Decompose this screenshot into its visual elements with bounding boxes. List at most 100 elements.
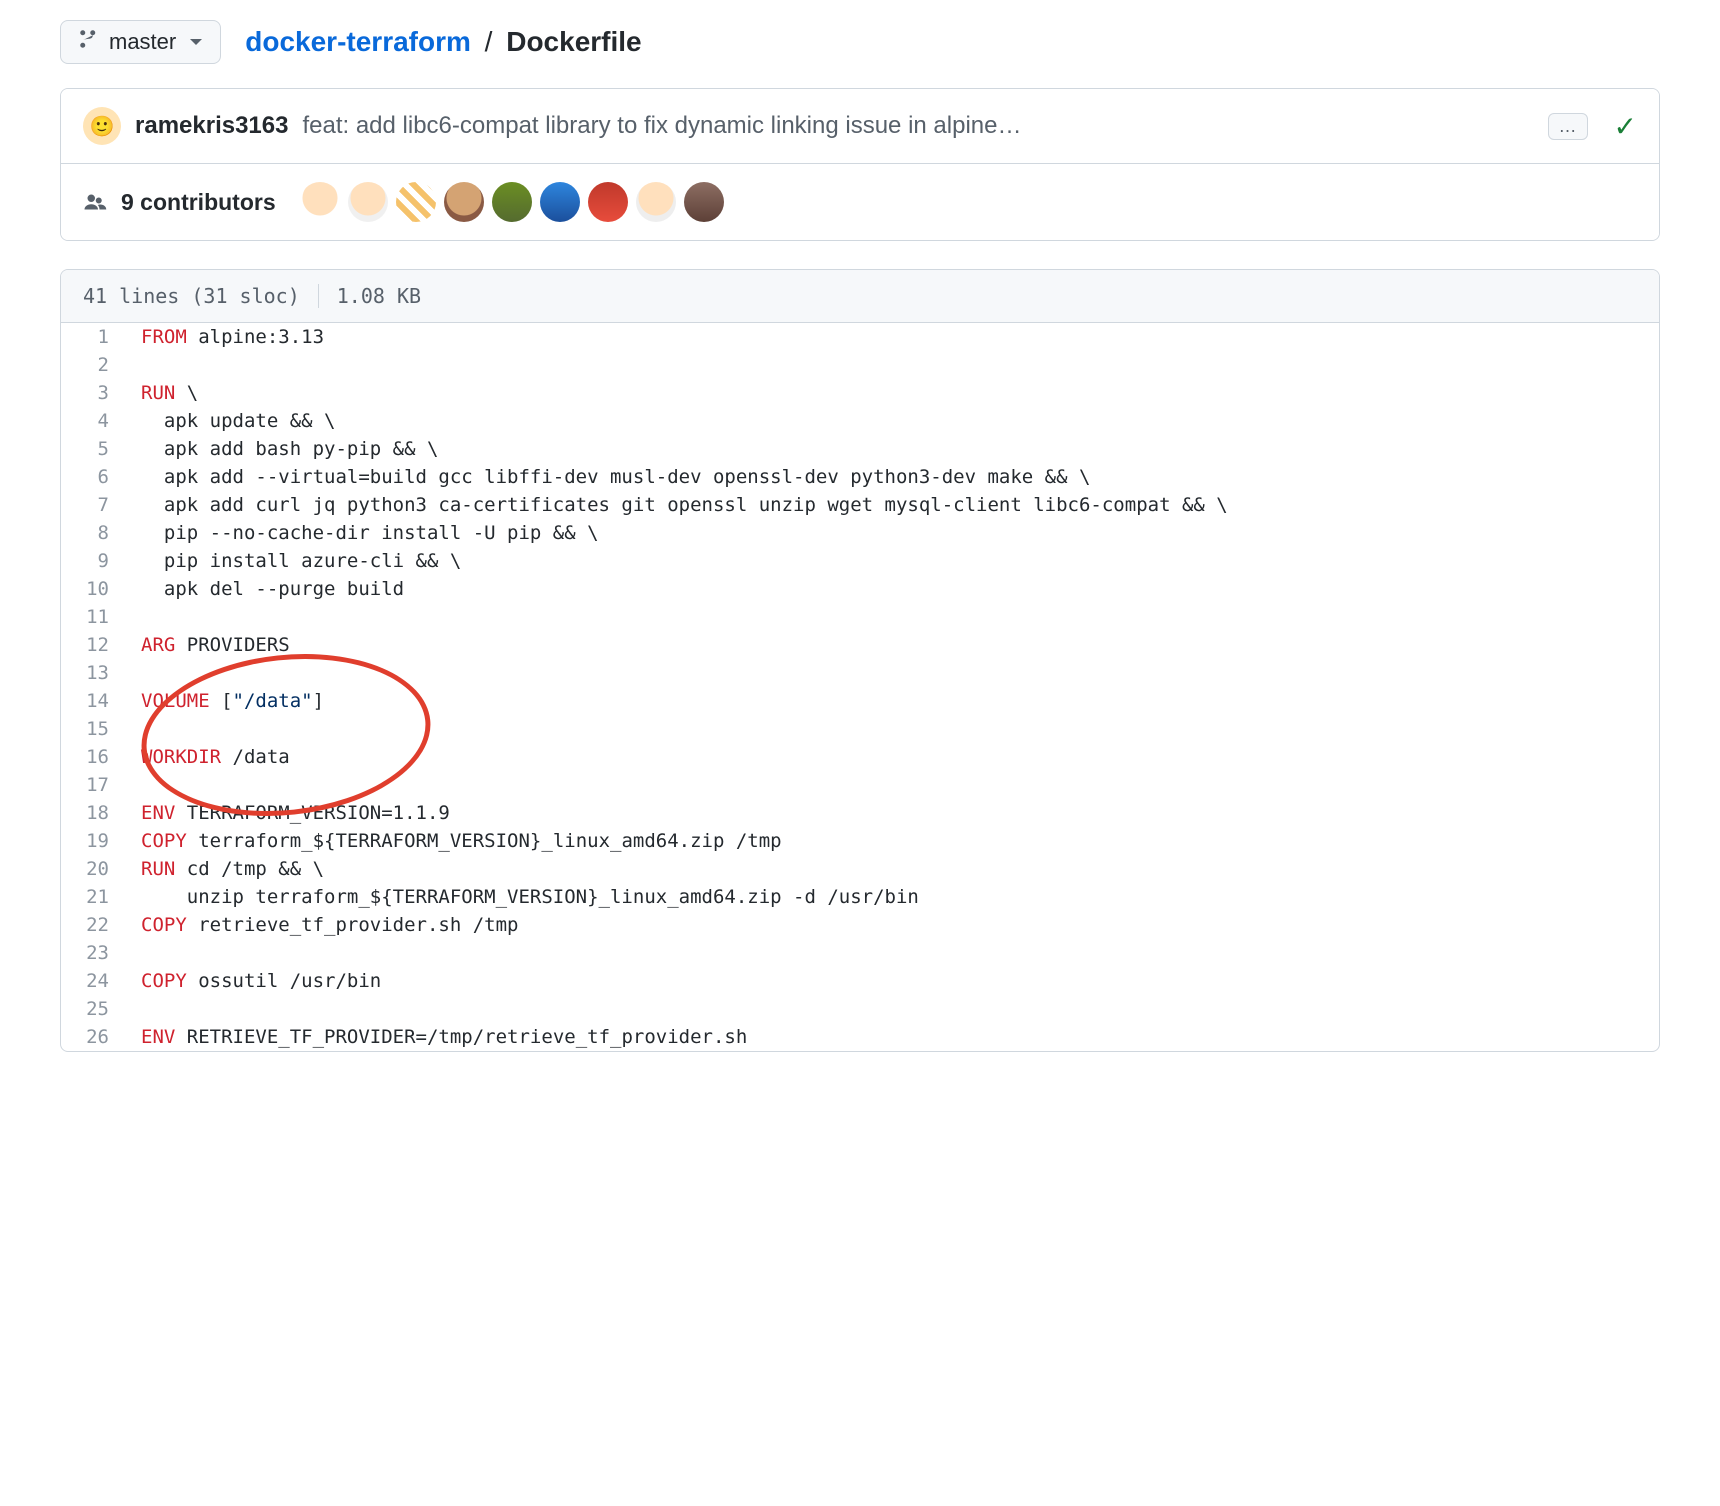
code-line: 11 (61, 603, 1659, 631)
line-number[interactable]: 13 (61, 659, 131, 687)
code-line: 18ENV TERRAFORM_VERSION=1.1.9 (61, 799, 1659, 827)
code-view: 1FROM alpine:3.1323RUN \4 apk update && … (61, 323, 1659, 1051)
line-number[interactable]: 14 (61, 687, 131, 715)
line-number[interactable]: 18 (61, 799, 131, 827)
code-line: 12ARG PROVIDERS (61, 631, 1659, 659)
line-content: RUN cd /tmp && \ (131, 855, 1659, 883)
line-content (131, 995, 1659, 1023)
line-number[interactable]: 10 (61, 575, 131, 603)
line-number[interactable]: 7 (61, 491, 131, 519)
line-number[interactable]: 11 (61, 603, 131, 631)
code-line: 13 (61, 659, 1659, 687)
branch-name: master (109, 29, 176, 55)
contributor-avatar[interactable] (684, 182, 724, 222)
line-number[interactable]: 5 (61, 435, 131, 463)
line-number[interactable]: 23 (61, 939, 131, 967)
line-content: FROM alpine:3.13 (131, 323, 1659, 351)
line-content (131, 603, 1659, 631)
code-line: 9 pip install azure-cli && \ (61, 547, 1659, 575)
code-line: 15 (61, 715, 1659, 743)
line-number[interactable]: 12 (61, 631, 131, 659)
code-line: 4 apk update && \ (61, 407, 1659, 435)
line-content (131, 351, 1659, 379)
contributor-avatar[interactable] (492, 182, 532, 222)
code-line: 1FROM alpine:3.13 (61, 323, 1659, 351)
line-number[interactable]: 6 (61, 463, 131, 491)
line-content: VOLUME ["/data"] (131, 687, 1659, 715)
contributor-avatar[interactable] (348, 182, 388, 222)
file-lines-label: 41 lines (31 sloc) (83, 284, 300, 308)
line-number[interactable]: 20 (61, 855, 131, 883)
line-content: apk update && \ (131, 407, 1659, 435)
code-line: 19COPY terraform_${TERRAFORM_VERSION}_li… (61, 827, 1659, 855)
line-number[interactable]: 2 (61, 351, 131, 379)
file-size-label: 1.08 KB (337, 284, 421, 308)
code-line: 10 apk del --purge build (61, 575, 1659, 603)
line-number[interactable]: 9 (61, 547, 131, 575)
line-content: pip install azure-cli && \ (131, 547, 1659, 575)
line-content: apk add --virtual=build gcc libffi-dev m… (131, 463, 1659, 491)
commit-expand-button[interactable]: … (1548, 113, 1588, 140)
line-content: ARG PROVIDERS (131, 631, 1659, 659)
line-number[interactable]: 21 (61, 883, 131, 911)
code-line: 8 pip --no-cache-dir install -U pip && \ (61, 519, 1659, 547)
line-content: COPY terraform_${TERRAFORM_VERSION}_linu… (131, 827, 1659, 855)
line-content: COPY ossutil /usr/bin (131, 967, 1659, 995)
caret-down-icon (190, 39, 202, 45)
line-number[interactable]: 3 (61, 379, 131, 407)
contributor-avatar[interactable] (444, 182, 484, 222)
line-content: ENV RETRIEVE_TF_PROVIDER=/tmp/retrieve_t… (131, 1023, 1659, 1051)
latest-commit-bar: 🙂 ramekris3163 feat: add libc6-compat li… (61, 89, 1659, 164)
line-number[interactable]: 8 (61, 519, 131, 547)
line-number[interactable]: 15 (61, 715, 131, 743)
code-line: 2 (61, 351, 1659, 379)
code-line: 20RUN cd /tmp && \ (61, 855, 1659, 883)
line-number[interactable]: 19 (61, 827, 131, 855)
line-number[interactable]: 24 (61, 967, 131, 995)
contributors-row: 9 contributors (61, 164, 1659, 240)
code-line: 7 apk add curl jq python3 ca-certificate… (61, 491, 1659, 519)
code-line: 22COPY retrieve_tf_provider.sh /tmp (61, 911, 1659, 939)
branch-selector-button[interactable]: master (60, 20, 221, 64)
line-number[interactable]: 1 (61, 323, 131, 351)
breadcrumb: docker-terraform / Dockerfile (245, 26, 641, 58)
line-content: RUN \ (131, 379, 1659, 407)
contributor-avatar[interactable] (588, 182, 628, 222)
breadcrumb-repo-link[interactable]: docker-terraform (245, 26, 471, 57)
line-content (131, 939, 1659, 967)
line-number[interactable]: 22 (61, 911, 131, 939)
commit-status-check-icon[interactable]: ✓ (1614, 110, 1637, 143)
code-line: 6 apk add --virtual=build gcc libffi-dev… (61, 463, 1659, 491)
commit-message-link[interactable]: feat: add libc6-compat library to fix dy… (302, 112, 1533, 140)
git-branch-icon (79, 29, 99, 55)
line-content: WORKDIR /data (131, 743, 1659, 771)
line-number[interactable]: 17 (61, 771, 131, 799)
commit-author-link[interactable]: ramekris3163 (135, 112, 288, 140)
contributor-avatar[interactable] (636, 182, 676, 222)
contributors-count[interactable]: 9 contributors (121, 189, 276, 216)
contributor-avatar[interactable] (300, 182, 340, 222)
contributor-avatar[interactable] (396, 182, 436, 222)
line-content: pip --no-cache-dir install -U pip && \ (131, 519, 1659, 547)
author-avatar[interactable]: 🙂 (83, 107, 121, 145)
code-line: 17 (61, 771, 1659, 799)
code-line: 14VOLUME ["/data"] (61, 687, 1659, 715)
divider-icon (318, 284, 319, 308)
line-number[interactable]: 25 (61, 995, 131, 1023)
breadcrumb-file: Dockerfile (506, 26, 641, 57)
contributor-avatar[interactable] (540, 182, 580, 222)
line-content (131, 715, 1659, 743)
line-content: apk add bash py-pip && \ (131, 435, 1659, 463)
line-content: unzip terraform_${TERRAFORM_VERSION}_lin… (131, 883, 1659, 911)
code-line: 23 (61, 939, 1659, 967)
code-line: 16WORKDIR /data (61, 743, 1659, 771)
line-number[interactable]: 16 (61, 743, 131, 771)
line-number[interactable]: 4 (61, 407, 131, 435)
people-icon (83, 190, 107, 214)
line-number[interactable]: 26 (61, 1023, 131, 1051)
line-content: ENV TERRAFORM_VERSION=1.1.9 (131, 799, 1659, 827)
line-content: apk add curl jq python3 ca-certificates … (131, 491, 1659, 519)
code-line: 25 (61, 995, 1659, 1023)
line-content (131, 771, 1659, 799)
line-content: COPY retrieve_tf_provider.sh /tmp (131, 911, 1659, 939)
